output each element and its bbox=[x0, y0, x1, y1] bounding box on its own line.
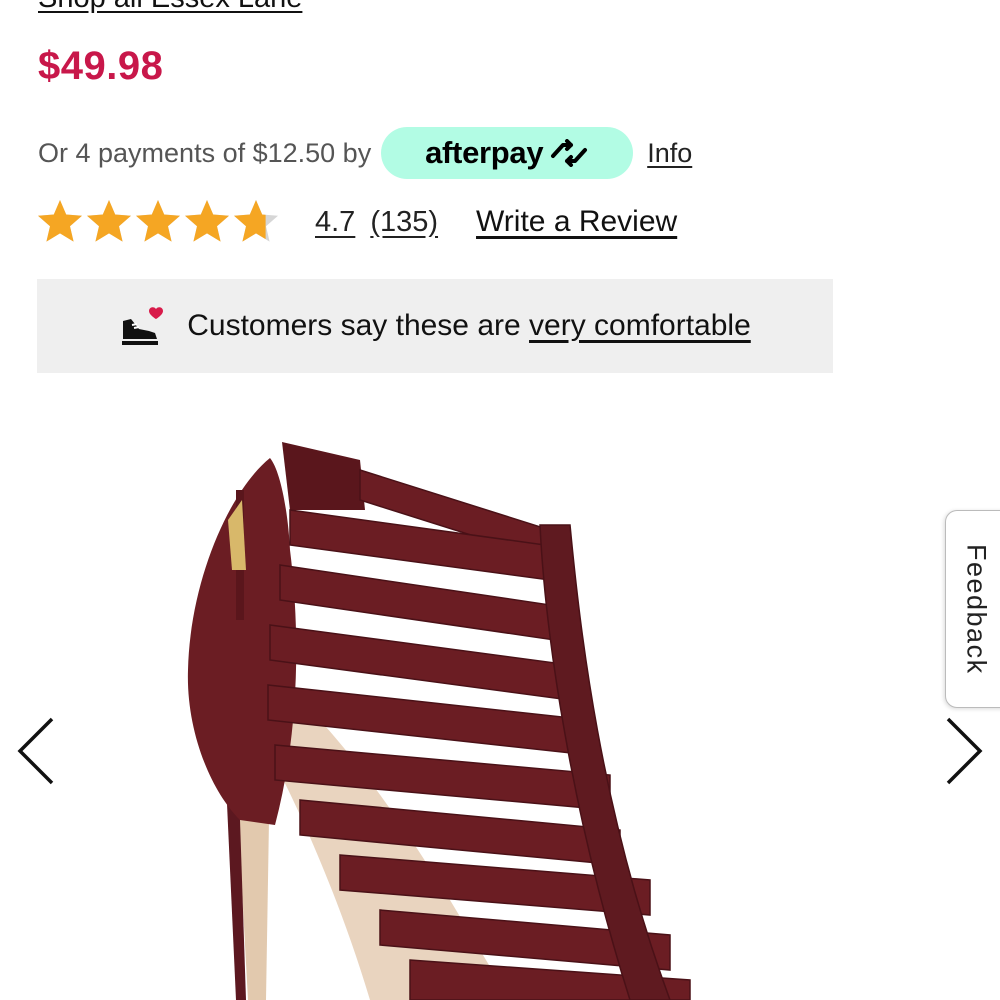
feedback-tab[interactable]: Feedback bbox=[945, 510, 1000, 708]
afterpay-arrows-icon bbox=[551, 139, 588, 167]
chevron-left-icon[interactable] bbox=[14, 715, 58, 787]
star-icon bbox=[87, 200, 131, 242]
product-price: $49.98 bbox=[38, 44, 164, 88]
shop-all-brand-link[interactable]: Shop all Essex Lane bbox=[38, 0, 302, 15]
comfort-banner: Customers say these are very comfortable bbox=[37, 279, 833, 373]
star-icon bbox=[185, 200, 229, 242]
write-review-link[interactable]: Write a Review bbox=[476, 205, 677, 239]
afterpay-info-link[interactable]: Info bbox=[647, 138, 692, 169]
payments-text: Or 4 payments of $12.50 by bbox=[38, 137, 372, 168]
rating-row: 4.7 (135) Write a Review bbox=[36, 194, 677, 250]
afterpay-badge[interactable]: afterpay bbox=[381, 127, 634, 179]
comfort-link[interactable]: very comfortable bbox=[529, 309, 751, 342]
review-count[interactable]: (135) bbox=[370, 206, 438, 239]
comfort-text: Customers say these are very comfortable bbox=[187, 309, 751, 342]
star-rating[interactable] bbox=[36, 198, 281, 246]
afterpay-logo-text: afterpay bbox=[425, 135, 544, 170]
feedback-label: Feedback bbox=[961, 543, 992, 675]
shoe-heart-icon bbox=[122, 307, 164, 345]
star-icon bbox=[38, 200, 82, 242]
product-image[interactable] bbox=[150, 430, 850, 1000]
star-icon bbox=[136, 200, 180, 242]
star-icon bbox=[234, 200, 278, 242]
chevron-right-icon[interactable] bbox=[942, 715, 986, 787]
afterpay-row: Or 4 payments of $12.50 by afterpay Info bbox=[38, 126, 692, 180]
rating-value[interactable]: 4.7 bbox=[315, 206, 355, 239]
